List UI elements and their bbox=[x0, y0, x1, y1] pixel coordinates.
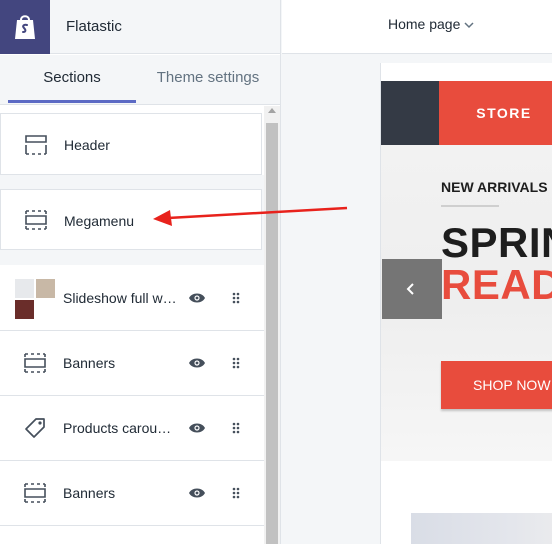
section-label: Slideshow full w… bbox=[63, 290, 177, 306]
section-header[interactable]: Header bbox=[0, 113, 262, 175]
sidebar: Flatastic Sections Theme settings Header… bbox=[0, 0, 281, 544]
drag-handle-icon[interactable] bbox=[232, 357, 240, 369]
sidebar-tabs: Sections Theme settings bbox=[0, 55, 280, 105]
theme-editor: Flatastic Sections Theme settings Header… bbox=[0, 0, 552, 544]
eye-icon[interactable] bbox=[188, 422, 206, 434]
chevron-down-icon bbox=[464, 22, 474, 28]
scroll-up-arrow-icon[interactable] bbox=[268, 108, 276, 113]
banner-image bbox=[411, 513, 552, 544]
list-item-banners[interactable]: Banners bbox=[0, 461, 264, 526]
eye-icon[interactable] bbox=[188, 292, 206, 304]
list-item-slideshow[interactable]: Slideshow full w… bbox=[0, 266, 264, 331]
tag-icon bbox=[25, 418, 45, 438]
page-select[interactable]: Home page bbox=[388, 16, 474, 32]
slideshow-thumbnail bbox=[15, 279, 55, 319]
shopify-bag-icon bbox=[15, 15, 35, 39]
drag-handle-icon[interactable] bbox=[232, 487, 240, 499]
tab-sections[interactable]: Sections bbox=[8, 55, 136, 105]
section-label: Banners bbox=[63, 485, 116, 501]
hero-subtitle: NEW ARRIVALS bbox=[441, 179, 548, 195]
store-name: Flatastic bbox=[66, 18, 122, 35]
hero-headline: SPRIN bbox=[441, 219, 552, 266]
drag-handle-icon[interactable] bbox=[232, 422, 240, 434]
shopify-logo[interactable] bbox=[0, 0, 50, 54]
section-megamenu[interactable]: Megamenu bbox=[0, 189, 262, 250]
list-item-products-carousel[interactable]: Products carou… bbox=[0, 396, 264, 461]
section-layout-icon bbox=[24, 483, 46, 503]
shop-now-button[interactable]: SHOP NOW bbox=[441, 361, 552, 409]
tab-theme-settings[interactable]: Theme settings bbox=[140, 55, 276, 105]
brand-bar: Flatastic bbox=[0, 0, 280, 54]
store-nav[interactable]: STORE bbox=[439, 81, 552, 145]
eye-icon[interactable] bbox=[188, 357, 206, 369]
section-label: Header bbox=[64, 137, 110, 153]
section-label: Banners bbox=[63, 355, 116, 371]
page-select-label: Home page bbox=[388, 16, 461, 32]
topbar: Home page bbox=[282, 0, 552, 54]
section-label: Products carou… bbox=[63, 420, 172, 436]
eye-icon[interactable] bbox=[188, 487, 206, 499]
store-nav-left bbox=[381, 81, 439, 145]
store-preview: STORE NEW ARRIVALS SPRIN READY SHOP NOW bbox=[282, 55, 552, 544]
scrollbar-thumb[interactable] bbox=[266, 123, 278, 544]
hero-headline-accent: READY bbox=[441, 261, 552, 308]
slideshow-prev-button[interactable] bbox=[382, 259, 442, 319]
list-item-banners[interactable]: Banners bbox=[0, 331, 264, 396]
section-layout-icon bbox=[24, 353, 46, 373]
section-layout-icon bbox=[25, 135, 47, 155]
section-label: Megamenu bbox=[64, 213, 135, 229]
section-layout-icon bbox=[25, 210, 47, 230]
drag-handle-icon[interactable] bbox=[232, 292, 240, 304]
store-nav-label: STORE bbox=[476, 105, 532, 121]
chevron-left-icon bbox=[406, 283, 414, 295]
hero-divider bbox=[441, 205, 499, 207]
